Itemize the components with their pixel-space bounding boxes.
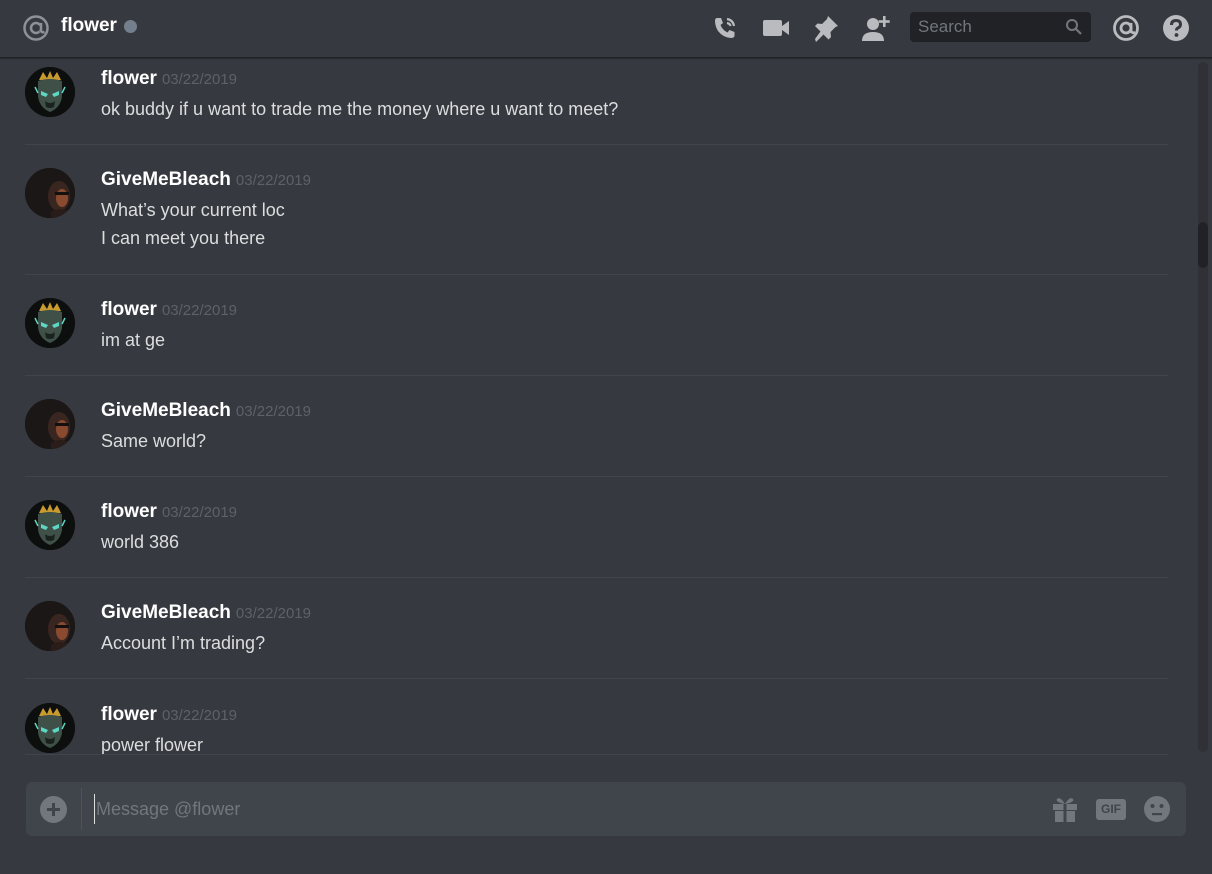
at-sign-icon bbox=[23, 15, 49, 41]
message-text: What’s your current loc bbox=[101, 200, 285, 220]
avatar[interactable] bbox=[25, 500, 75, 550]
channel-header: flower bbox=[0, 0, 1212, 58]
message-text: Account I’m trading? bbox=[101, 633, 266, 653]
photo-avatar-icon bbox=[25, 399, 75, 449]
search-icon[interactable] bbox=[1065, 18, 1083, 36]
message-text: Same world? bbox=[101, 431, 207, 451]
message-timestamp: 03/22/2019 bbox=[161, 71, 238, 88]
upload-plus-icon[interactable] bbox=[40, 796, 67, 823]
avatar[interactable] bbox=[25, 601, 75, 651]
avatar[interactable] bbox=[25, 298, 75, 348]
gif-icon[interactable]: GIF bbox=[1096, 799, 1126, 820]
message-divider bbox=[25, 754, 1168, 755]
avatar[interactable] bbox=[25, 67, 75, 117]
composer-divider bbox=[81, 788, 82, 830]
message-input[interactable] bbox=[94, 794, 1034, 824]
message-timestamp: 03/22/2019 bbox=[235, 403, 311, 420]
message-composer: GIF bbox=[26, 782, 1186, 836]
video-call-icon[interactable] bbox=[761, 13, 791, 43]
message-timestamp: 03/22/2019 bbox=[235, 172, 311, 189]
message-author[interactable]: GiveMeBleach 03/22/2019 bbox=[101, 602, 311, 624]
help-icon[interactable] bbox=[1161, 13, 1191, 43]
message-text: im at ge bbox=[101, 330, 166, 350]
mask-avatar-icon bbox=[25, 298, 75, 348]
message-list: flower 03/22/2019 ok buddy if u want to t… bbox=[0, 59, 1196, 755]
photo-avatar-icon bbox=[25, 168, 75, 218]
message-divider bbox=[25, 144, 1168, 145]
message-timestamp: 03/22/2019 bbox=[161, 504, 238, 521]
message-author[interactable]: flower 03/22/2019 bbox=[101, 704, 237, 726]
message-text: ok buddy if u want to trade me the money… bbox=[101, 99, 619, 119]
phone-call-icon[interactable] bbox=[710, 13, 740, 43]
message-text: power flower bbox=[101, 735, 204, 755]
scrollbar-track[interactable] bbox=[1198, 62, 1208, 752]
message-timestamp: 03/22/2019 bbox=[161, 302, 238, 319]
message-text: world 386 bbox=[101, 532, 180, 552]
mentions-icon[interactable] bbox=[1111, 13, 1141, 43]
message-timestamp: 03/22/2019 bbox=[161, 707, 238, 724]
dm-username: flower bbox=[61, 15, 117, 36]
mask-avatar-icon bbox=[25, 703, 75, 753]
photo-avatar-icon bbox=[25, 601, 75, 651]
add-friend-icon[interactable] bbox=[861, 13, 891, 43]
status-indicator bbox=[124, 20, 137, 33]
message-author[interactable]: GiveMeBleach 03/22/2019 bbox=[101, 169, 311, 191]
message-author[interactable]: flower 03/22/2019 bbox=[101, 299, 237, 321]
mask-avatar-icon bbox=[25, 67, 75, 117]
message-divider bbox=[25, 678, 1168, 679]
search-box[interactable] bbox=[910, 12, 1091, 42]
mask-avatar-icon bbox=[25, 500, 75, 550]
scrollbar-thumb[interactable] bbox=[1198, 222, 1208, 268]
avatar[interactable] bbox=[25, 703, 75, 753]
message-text: I can meet you there bbox=[101, 228, 266, 248]
message-divider bbox=[25, 577, 1168, 578]
message-divider bbox=[25, 375, 1168, 376]
pin-icon[interactable] bbox=[811, 13, 841, 43]
emoji-icon[interactable] bbox=[1143, 795, 1171, 823]
avatar[interactable] bbox=[25, 399, 75, 449]
search-input[interactable] bbox=[918, 12, 1063, 42]
message-divider bbox=[25, 274, 1168, 275]
gift-icon[interactable] bbox=[1051, 795, 1079, 823]
avatar[interactable] bbox=[25, 168, 75, 218]
message-timestamp: 03/22/2019 bbox=[235, 605, 311, 622]
message-divider bbox=[25, 476, 1168, 477]
message-author[interactable]: flower 03/22/2019 bbox=[101, 501, 237, 523]
message-author[interactable]: GiveMeBleach 03/22/2019 bbox=[101, 400, 311, 422]
message-author[interactable]: flower 03/22/2019 bbox=[101, 68, 237, 90]
